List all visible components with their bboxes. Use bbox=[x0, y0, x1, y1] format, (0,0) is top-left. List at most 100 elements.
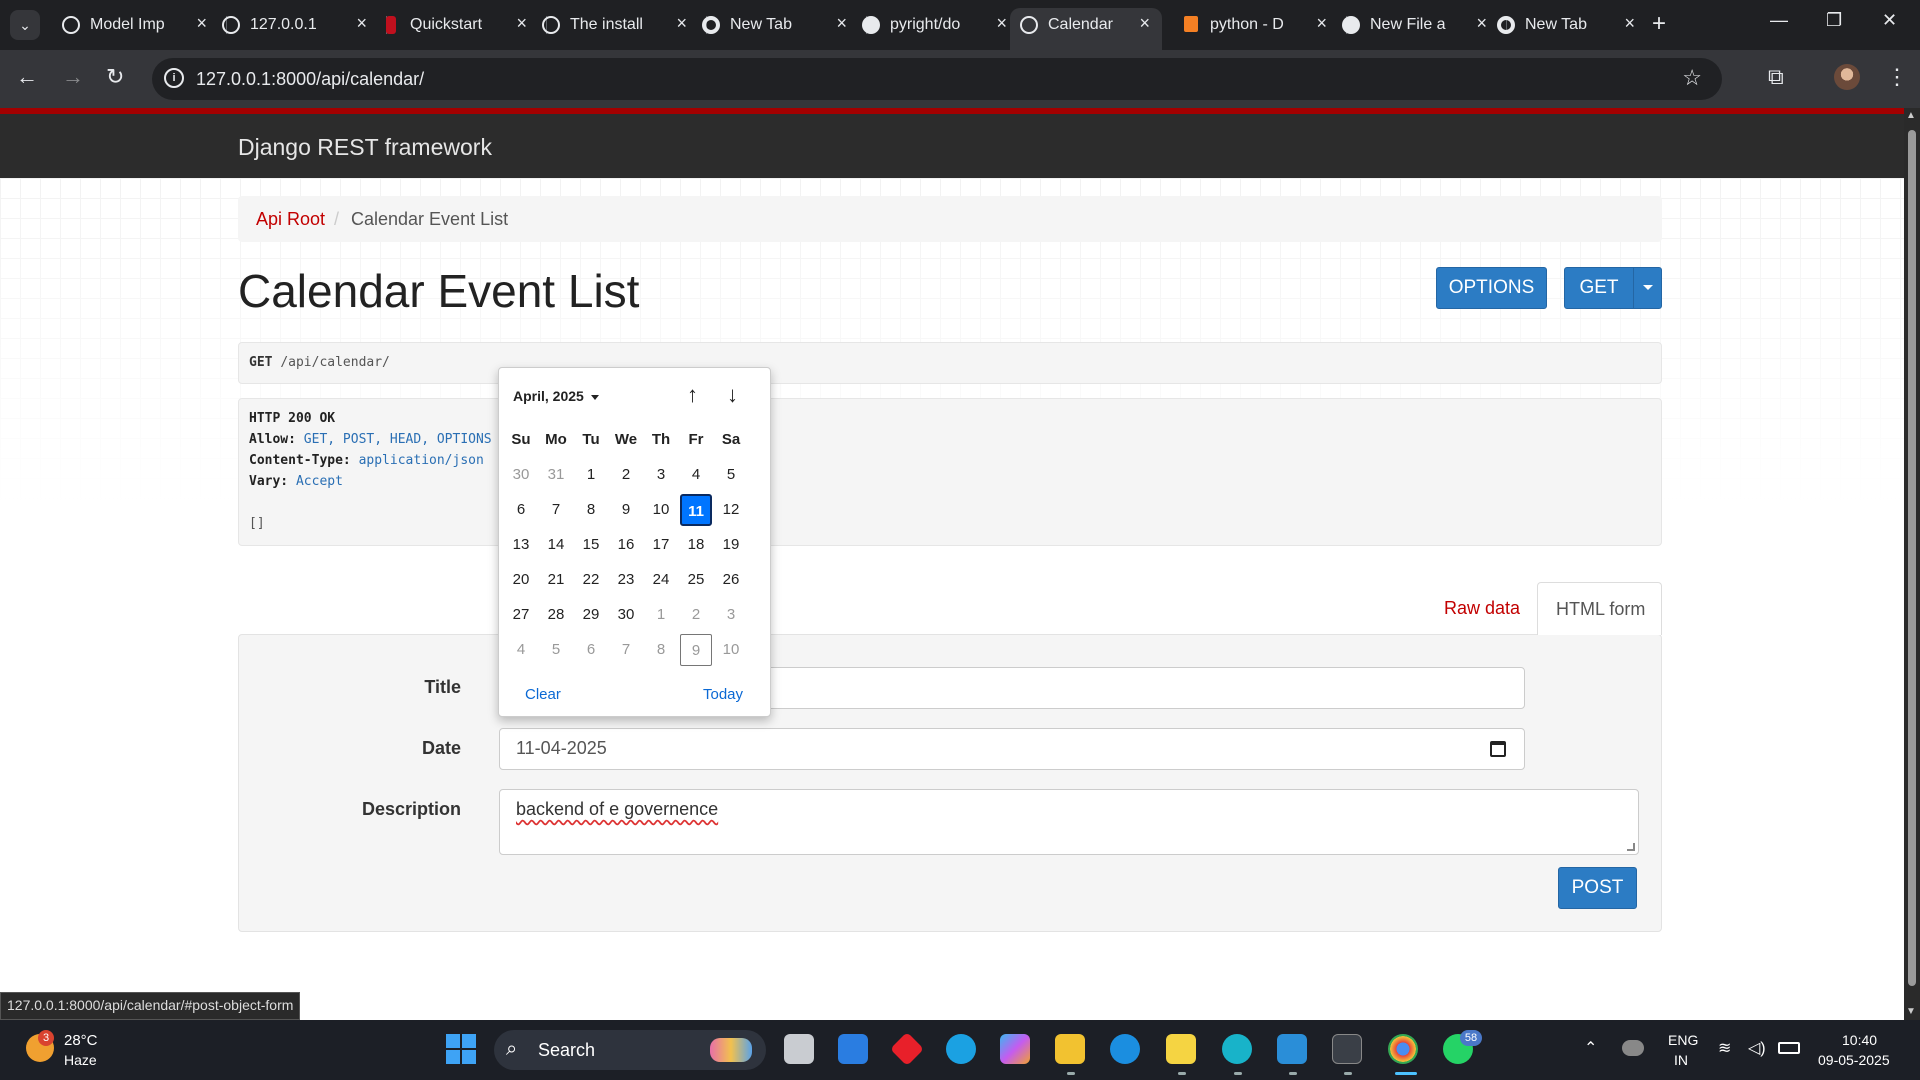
back-button[interactable]: ← bbox=[16, 64, 38, 90]
close-icon[interactable]: × bbox=[836, 13, 847, 34]
restore-button[interactable]: ❐ bbox=[1826, 10, 1842, 31]
calendar-day[interactable]: 17 bbox=[645, 529, 677, 561]
calendar-day[interactable]: 4 bbox=[505, 634, 537, 666]
browser-tab[interactable]: Quickstart × bbox=[372, 8, 547, 42]
calendar-day[interactable]: 26 bbox=[715, 564, 747, 596]
sticky-notes-icon[interactable] bbox=[1166, 1034, 1196, 1064]
calendar-day[interactable]: 5 bbox=[540, 634, 572, 666]
page-scrollbar[interactable]: ▲ ▼ bbox=[1904, 108, 1920, 1020]
month-year-selector[interactable]: April, 2025 bbox=[513, 388, 599, 404]
get-button[interactable]: GET bbox=[1565, 268, 1633, 308]
calendar-day[interactable]: 28 bbox=[540, 599, 572, 631]
close-icon[interactable]: × bbox=[1624, 13, 1635, 34]
close-icon[interactable]: × bbox=[1476, 13, 1487, 34]
calendar-day[interactable]: 3 bbox=[645, 459, 677, 491]
calendar-icon[interactable] bbox=[1490, 741, 1506, 757]
resize-handle-icon[interactable] bbox=[1627, 843, 1635, 851]
site-info-icon[interactable]: i bbox=[164, 68, 184, 88]
calendar-day[interactable]: 2 bbox=[610, 459, 642, 491]
calendar-day[interactable]: 31 bbox=[540, 459, 572, 491]
copilot-icon[interactable] bbox=[1000, 1034, 1030, 1064]
canva-icon[interactable] bbox=[1222, 1034, 1252, 1064]
calendar-day[interactable]: 13 bbox=[505, 529, 537, 561]
close-icon[interactable]: × bbox=[1316, 13, 1327, 34]
close-icon[interactable]: × bbox=[996, 13, 1007, 34]
scroll-down-icon[interactable]: ▼ bbox=[1906, 1006, 1916, 1017]
drf-brand[interactable]: Django REST framework bbox=[238, 134, 492, 161]
close-icon[interactable]: × bbox=[676, 13, 687, 34]
microsoft-store-icon[interactable] bbox=[838, 1034, 868, 1064]
calendar-day[interactable]: 6 bbox=[505, 494, 537, 526]
browser-tab[interactable]: pyright/do × bbox=[852, 8, 1027, 42]
chrome-taskbar-icon[interactable] bbox=[1388, 1034, 1418, 1064]
calendar-day[interactable]: 24 bbox=[645, 564, 677, 596]
tab-search-button[interactable]: ⌄ bbox=[10, 10, 40, 40]
browser-tab[interactable]: Model Imp × bbox=[52, 8, 227, 42]
calendar-day[interactable]: 21 bbox=[540, 564, 572, 596]
calendar-day[interactable]: 30 bbox=[610, 599, 642, 631]
calendar-day[interactable]: 9 bbox=[680, 634, 712, 666]
clear-button[interactable]: Clear bbox=[525, 686, 561, 703]
calendar-day[interactable]: 15 bbox=[575, 529, 607, 561]
calendar-day[interactable]: 1 bbox=[645, 599, 677, 631]
chrome-menu-icon[interactable]: ⋮ bbox=[1886, 64, 1908, 90]
browser-tab[interactable]: python - D × bbox=[1172, 8, 1347, 42]
calendar-day[interactable]: 19 bbox=[715, 529, 747, 561]
terminal-icon[interactable] bbox=[1332, 1034, 1362, 1064]
extensions-icon[interactable]: ⧉ bbox=[1768, 64, 1784, 90]
date-input[interactable]: 11-04-2025 bbox=[499, 728, 1525, 770]
browser-tab[interactable]: The install × bbox=[532, 8, 707, 42]
calendar-day[interactable]: 12 bbox=[715, 494, 747, 526]
profile-avatar[interactable] bbox=[1834, 64, 1860, 90]
calendar-day[interactable]: 30 bbox=[505, 459, 537, 491]
battery-icon[interactable] bbox=[1778, 1042, 1800, 1054]
next-month-arrow-icon[interactable]: ↓ bbox=[727, 382, 738, 408]
calendar-day[interactable]: 7 bbox=[610, 634, 642, 666]
calendar-day[interactable]: 10 bbox=[715, 634, 747, 666]
breadcrumb-api-root[interactable]: Api Root bbox=[256, 209, 325, 230]
file-explorer-icon[interactable] bbox=[1055, 1034, 1085, 1064]
close-icon[interactable]: × bbox=[516, 13, 527, 34]
language-line1[interactable]: ENG bbox=[1668, 1032, 1698, 1048]
onedrive-icon[interactable] bbox=[1622, 1040, 1644, 1056]
app-red-diamond-icon[interactable] bbox=[890, 1032, 924, 1066]
tab-raw-data[interactable]: Raw data bbox=[1444, 598, 1520, 619]
close-icon[interactable]: × bbox=[196, 13, 207, 34]
calendar-day[interactable]: 4 bbox=[680, 459, 712, 491]
calendar-day[interactable]: 9 bbox=[610, 494, 642, 526]
edge-icon[interactable] bbox=[1110, 1034, 1140, 1064]
clock-time[interactable]: 10:40 bbox=[1842, 1032, 1877, 1048]
wifi-icon[interactable]: ≋ bbox=[1718, 1038, 1731, 1058]
calendar-day[interactable]: 10 bbox=[645, 494, 677, 526]
volume-icon[interactable]: ◁) bbox=[1748, 1038, 1766, 1058]
calendar-day[interactable]: 8 bbox=[575, 494, 607, 526]
calendar-day[interactable]: 20 bbox=[505, 564, 537, 596]
clock-date[interactable]: 09-05-2025 bbox=[1818, 1052, 1890, 1068]
scroll-up-icon[interactable]: ▲ bbox=[1906, 110, 1916, 121]
browser-tab[interactable]: New File a × bbox=[1332, 8, 1507, 42]
new-tab-button[interactable]: + bbox=[1652, 10, 1666, 38]
post-button[interactable]: POST bbox=[1558, 867, 1637, 909]
calendar-day[interactable]: 6 bbox=[575, 634, 607, 666]
tray-overflow-icon[interactable]: ⌃ bbox=[1584, 1038, 1597, 1058]
browser-tab-active[interactable]: Calendar E × bbox=[1010, 8, 1162, 50]
calendar-day[interactable]: 3 bbox=[715, 599, 747, 631]
scrollbar-thumb[interactable] bbox=[1908, 130, 1916, 986]
calendar-day[interactable]: 14 bbox=[540, 529, 572, 561]
start-button[interactable] bbox=[446, 1034, 476, 1064]
calendar-day[interactable]: 5 bbox=[715, 459, 747, 491]
calendar-day[interactable]: 1 bbox=[575, 459, 607, 491]
close-icon[interactable]: × bbox=[356, 13, 367, 34]
browser-tab[interactable]: 127.0.0.1 × bbox=[212, 8, 387, 42]
prev-month-arrow-icon[interactable]: ↑ bbox=[687, 382, 698, 408]
browser-tab[interactable]: New Tab × bbox=[1487, 8, 1647, 42]
calendar-day[interactable]: 8 bbox=[645, 634, 677, 666]
forward-button[interactable]: → bbox=[62, 64, 84, 90]
app-blue-icon[interactable] bbox=[946, 1034, 976, 1064]
minimize-button[interactable]: — bbox=[1770, 10, 1788, 31]
reload-button[interactable]: ↻ bbox=[106, 64, 124, 90]
get-dropdown-toggle[interactable] bbox=[1633, 268, 1661, 308]
tab-html-form[interactable]: HTML form bbox=[1537, 582, 1662, 635]
calendar-day[interactable]: 7 bbox=[540, 494, 572, 526]
description-textarea[interactable]: backend of e governence bbox=[499, 789, 1639, 855]
